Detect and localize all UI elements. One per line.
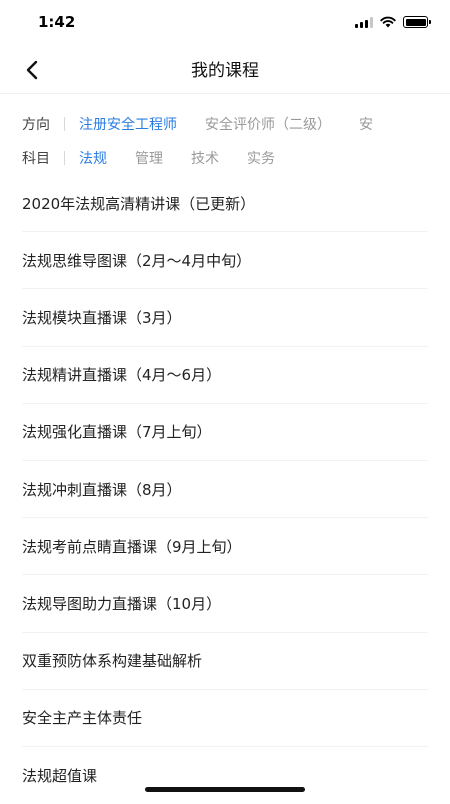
subject-option-management[interactable]: 管理 — [135, 148, 163, 168]
subject-filter-label: 科目 — [22, 148, 50, 168]
course-item[interactable]: 法规强化直播课（7月上旬） — [22, 404, 428, 461]
wifi-icon — [380, 16, 396, 28]
course-item[interactable]: 法规精讲直播课（4月～6月） — [22, 347, 428, 404]
filter-divider — [64, 151, 65, 165]
nav-bar: 我的课程 — [0, 44, 450, 94]
subject-filter-row: 科目 法规 管理 技术 实务 — [0, 141, 450, 175]
course-item[interactable]: 安全主产主体责任 — [22, 690, 428, 747]
page-title: 我的课程 — [191, 56, 259, 81]
direction-option-truncated[interactable]: 安 — [359, 114, 373, 134]
filter-divider — [64, 117, 65, 131]
subject-option-practice[interactable]: 实务 — [247, 148, 275, 168]
course-item[interactable]: 法规超值课 — [22, 747, 428, 804]
course-item[interactable]: 双重预防体系构建基础解析 — [22, 633, 428, 690]
course-item[interactable]: 法规考前点睛直播课（9月上旬） — [22, 518, 428, 575]
status-bar: 1:42 — [0, 0, 450, 44]
direction-option-registered-safety-engineer[interactable]: 注册安全工程师 — [79, 114, 177, 134]
course-item[interactable]: 2020年法规高清精讲课（已更新） — [22, 175, 428, 232]
status-icons — [355, 16, 428, 28]
course-item[interactable]: 法规冲刺直播课（8月） — [22, 461, 428, 518]
course-list: 2020年法规高清精讲课（已更新） 法规思维导图课（2月～4月中旬） 法规模块直… — [0, 175, 450, 804]
course-item[interactable]: 法规导图助力直播课（10月） — [22, 575, 428, 632]
battery-icon — [403, 16, 428, 28]
course-item[interactable]: 法规思维导图课（2月～4月中旬） — [22, 232, 428, 289]
subject-option-regulations[interactable]: 法规 — [79, 148, 107, 168]
direction-option-safety-assessor[interactable]: 安全评价师（二级） — [205, 114, 331, 134]
course-item[interactable]: 法规模块直播课（3月） — [22, 289, 428, 346]
home-indicator — [145, 787, 305, 792]
status-time: 1:42 — [38, 13, 75, 31]
subject-option-technology[interactable]: 技术 — [191, 148, 219, 168]
back-button[interactable] — [18, 56, 46, 84]
direction-filter-row: 方向 注册安全工程师 安全评价师（二级） 安 — [0, 107, 450, 141]
chevron-left-icon — [25, 60, 39, 80]
direction-filter-label: 方向 — [22, 114, 50, 134]
cellular-signal-icon — [355, 17, 373, 28]
